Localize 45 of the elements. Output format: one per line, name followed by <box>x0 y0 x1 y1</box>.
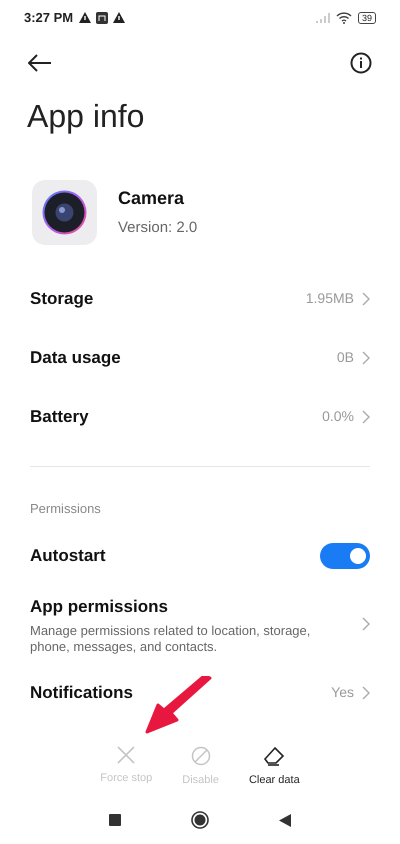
warning-icon <box>113 12 126 23</box>
row-label: App permissions <box>30 596 169 618</box>
chevron-icon <box>362 292 370 306</box>
prohibited-icon <box>190 746 211 766</box>
autostart-toggle[interactable] <box>320 543 370 569</box>
chevron-icon <box>362 686 370 700</box>
settings-row[interactable]: Battery 0.0% <box>0 387 400 446</box>
app-version: Version: 2.0 <box>118 218 198 238</box>
row-value: 1.95MB <box>306 289 354 308</box>
app-name: Camera <box>118 187 186 210</box>
row-value: Yes <box>331 683 354 702</box>
warning-icon <box>79 12 92 23</box>
row-value: 0.0% <box>322 407 354 426</box>
row-label: Autostart <box>30 545 106 568</box>
row-label: Storage <box>30 288 94 310</box>
signal-icon <box>316 12 330 22</box>
row-label: Data usage <box>30 346 121 369</box>
row-description: Manage permissions related to location, storage, phone, messages, and contacts. <box>30 623 312 655</box>
page-title: App info <box>26 97 146 136</box>
battery-indicator: 39 <box>358 12 376 24</box>
chevron-icon <box>362 350 370 364</box>
arrow-icon <box>145 676 213 734</box>
close-icon <box>117 746 136 764</box>
settings-row[interactable]: Data usage 0B <box>0 328 400 387</box>
back-button[interactable] <box>28 54 52 72</box>
camera-app-icon <box>32 180 97 245</box>
chevron-icon <box>362 617 370 632</box>
status-time: 3:27 PM <box>24 8 74 27</box>
back-icon <box>28 54 52 72</box>
row-label: Notifications <box>30 682 133 704</box>
settings-row[interactable]: App permissions Manage permissions related to location, storage, phone, messages, and contacts. <box>0 586 400 663</box>
home-button[interactable] <box>191 811 209 829</box>
settings-row[interactable]: Notifications Yes <box>0 663 400 722</box>
info-icon <box>350 52 372 74</box>
settings-row[interactable]: Storage 1.95MB <box>0 269 400 328</box>
action-button[interactable]: Clear data <box>248 746 300 788</box>
back-nav-button[interactable] <box>279 814 291 826</box>
chevron-icon <box>362 410 370 424</box>
row-label: Battery <box>30 406 89 428</box>
eraser-icon <box>263 746 286 766</box>
wifi-icon <box>336 12 352 24</box>
info-button[interactable] <box>350 52 372 74</box>
notification-icon <box>96 12 108 24</box>
row-value: 0B <box>336 348 354 367</box>
section-header: Permissions <box>29 500 102 518</box>
